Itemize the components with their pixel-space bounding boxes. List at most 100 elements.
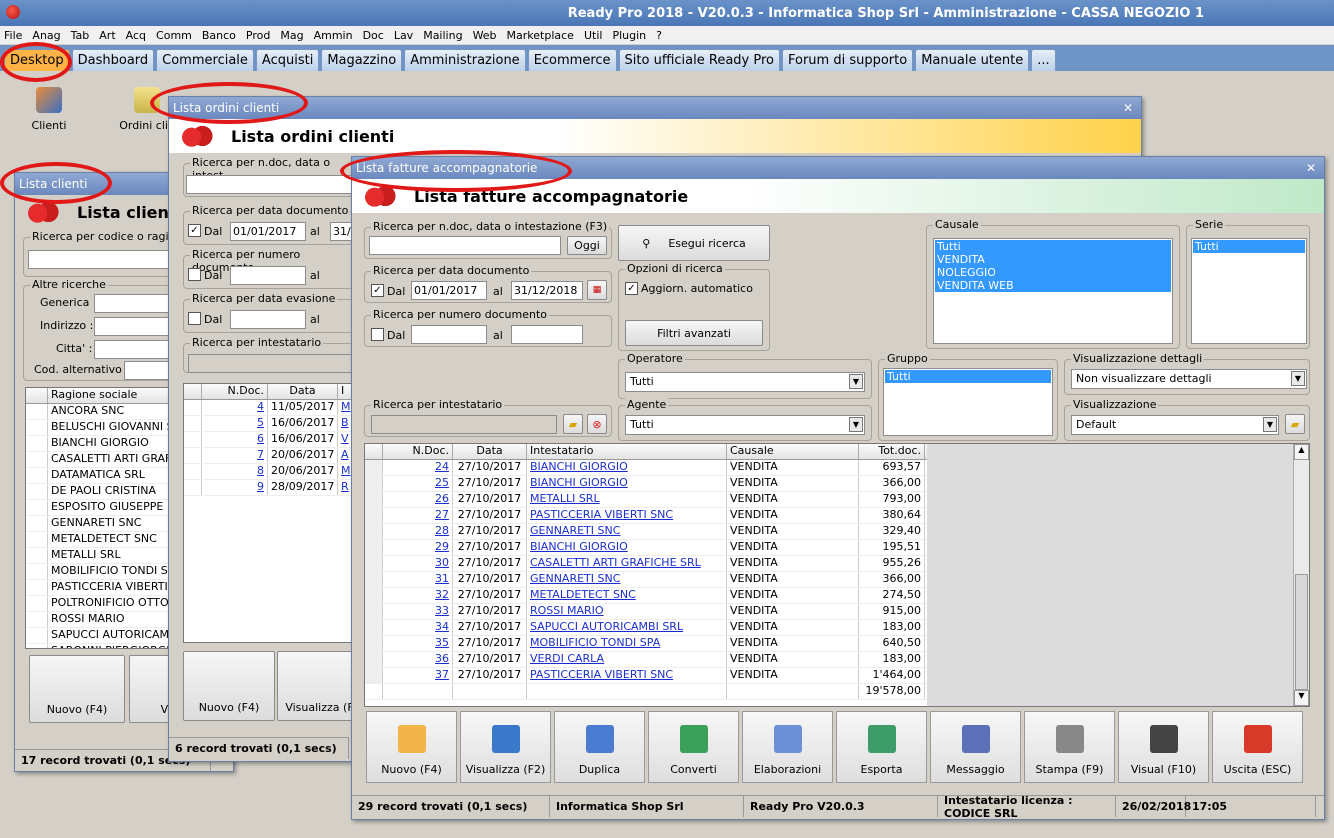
table-row[interactable]: 7 20/06/2017 A: [184, 448, 352, 464]
cell-intestatario[interactable]: M: [338, 400, 352, 415]
cell-ndoc[interactable]: 25: [383, 476, 453, 491]
cell-intestatario[interactable]: BIANCHI GIORGIO: [527, 476, 727, 491]
list-item[interactable]: NOLEGGIO: [935, 266, 1171, 279]
folder-icon[interactable]: ▰: [563, 414, 583, 434]
menu-item[interactable]: Mag: [280, 29, 303, 42]
cell-ndoc[interactable]: 24: [383, 460, 453, 475]
table-row[interactable]: 25 27/10/2017 BIANCHI GIORGIO VENDITA 366,00: [365, 476, 927, 492]
desktop-icon-clienti[interactable]: Clienti: [14, 87, 84, 132]
cell-intestatario[interactable]: METALDETECT SNC: [527, 588, 727, 603]
toolbar-button-2[interactable]: Duplica: [554, 711, 645, 783]
scroll-thumb[interactable]: [1295, 574, 1308, 690]
dal-checkbox[interactable]: [188, 312, 201, 325]
cell-intestatario[interactable]: ROSSI MARIO: [527, 604, 727, 619]
vis-dettagli-select[interactable]: Non visualizzare dettagli ▼: [1071, 369, 1307, 389]
cell-ndoc[interactable]: 35: [383, 636, 453, 651]
causale-list[interactable]: Tutti VENDITA NOLEGGIO VENDITA WEB: [933, 238, 1173, 344]
num-from-input[interactable]: [411, 325, 487, 344]
dal-checkbox[interactable]: [371, 328, 384, 341]
menu-item[interactable]: Mailing: [423, 29, 462, 42]
cell-intestatario[interactable]: SAPUCCI AUTORICAMBI SRL: [527, 620, 727, 635]
search-input[interactable]: [369, 236, 561, 255]
cell-ndoc[interactable]: 8: [202, 464, 268, 479]
date-from-input[interactable]: 01/01/2017: [230, 222, 306, 241]
evas-from-input[interactable]: [230, 310, 306, 329]
dal-checkbox[interactable]: [188, 268, 201, 281]
menu-item[interactable]: Util: [584, 29, 602, 42]
table-row[interactable]: 9 28/09/2017 R: [184, 480, 352, 496]
gruppo-list[interactable]: Tutti: [883, 368, 1053, 436]
cell-intestatario[interactable]: VERDI CARLA: [527, 652, 727, 667]
menu-item[interactable]: Marketplace: [507, 29, 574, 42]
toolbar-button-1[interactable]: Visualizza (F2): [460, 711, 551, 783]
menu-item[interactable]: ?: [656, 29, 662, 42]
intestatario-input[interactable]: [371, 415, 557, 434]
tab-8[interactable]: Forum di supporto: [781, 49, 914, 71]
cell-ndoc[interactable]: 31: [383, 572, 453, 587]
cell-ndoc[interactable]: 4: [202, 400, 268, 415]
scroll-down-icon[interactable]: ▼: [1294, 690, 1309, 706]
menu-item[interactable]: Prod: [246, 29, 270, 42]
table-row[interactable]: 32 27/10/2017 METALDETECT SNC VENDITA 274,50: [365, 588, 927, 604]
close-icon[interactable]: ✕: [1306, 161, 1316, 175]
cell-ndoc[interactable]: 28: [383, 524, 453, 539]
toolbar-button-3[interactable]: Converti: [648, 711, 739, 783]
orders-grid[interactable]: N.Doc. Data I 4 11/05/2017 M 5 16/06/2017 B 6 16/…: [183, 383, 353, 643]
menu-item[interactable]: Acq: [126, 29, 146, 42]
table-row[interactable]: 33 27/10/2017 ROSSI MARIO VENDITA 915,00: [365, 604, 927, 620]
table-row[interactable]: 27 27/10/2017 PASTICCERIA VIBERTI SNC VENDI…: [365, 508, 927, 524]
tab-4[interactable]: Magazzino: [321, 49, 403, 71]
list-item[interactable]: Tutti: [1193, 240, 1305, 253]
tab-9[interactable]: Manuale utente: [915, 49, 1030, 71]
cell-ndoc[interactable]: 34: [383, 620, 453, 635]
cell-ndoc[interactable]: 6: [202, 432, 268, 447]
cell-ndoc[interactable]: 37: [383, 668, 453, 683]
table-row[interactable]: 4 11/05/2017 M: [184, 400, 352, 416]
table-row[interactable]: 8 20/06/2017 M: [184, 464, 352, 480]
vertical-scrollbar[interactable]: ▲ ▼: [1293, 444, 1309, 706]
toolbar-button-0[interactable]: Nuovo (F4): [366, 711, 457, 783]
table-row[interactable]: 31 27/10/2017 GENNARETI SNC VENDITA 366,00: [365, 572, 927, 588]
menu-item[interactable]: Art: [99, 29, 115, 42]
tab-2[interactable]: Commerciale: [156, 49, 254, 71]
table-row[interactable]: 28 27/10/2017 GENNARETI SNC VENDITA 329,40: [365, 524, 927, 540]
cell-ndoc[interactable]: 32: [383, 588, 453, 603]
cell-intestatario[interactable]: CASALETTI ARTI GRAFICHE SRL: [527, 556, 727, 571]
table-row[interactable]: 24 27/10/2017 BIANCHI GIORGIO VENDITA 693,57: [365, 460, 927, 476]
filtri-avanzati-button[interactable]: Filtri avanzati: [625, 320, 763, 346]
tab-1[interactable]: Dashboard: [71, 49, 155, 71]
cell-intestatario[interactable]: GENNARETI SNC: [527, 572, 727, 587]
menu-item[interactable]: Tab: [71, 29, 90, 42]
cell-intestatario[interactable]: B: [338, 416, 352, 431]
list-item[interactable]: VENDITA WEB: [935, 279, 1171, 292]
list-item[interactable]: Tutti: [885, 370, 1051, 383]
menu-item[interactable]: Ammin: [314, 29, 353, 42]
table-row[interactable]: 6 16/06/2017 V: [184, 432, 352, 448]
clear-icon[interactable]: ⊗: [587, 414, 607, 434]
list-item[interactable]: VENDITA: [935, 253, 1171, 266]
toolbar-button-7[interactable]: Stampa (F9): [1024, 711, 1115, 783]
calendar-icon[interactable]: ▦: [587, 280, 607, 300]
agente-select[interactable]: Tutti ▼: [625, 415, 865, 435]
table-row[interactable]: 37 27/10/2017 PASTICCERIA VIBERTI SNC VENDI…: [365, 668, 927, 684]
toolbar-button-8[interactable]: Visual (F10): [1118, 711, 1209, 783]
toolbar-button-6[interactable]: Messaggio: [930, 711, 1021, 783]
list-item[interactable]: Tutti: [935, 240, 1171, 253]
table-row[interactable]: 5 16/06/2017 B: [184, 416, 352, 432]
cell-intestatario[interactable]: MOBILIFICIO TONDI SPA: [527, 636, 727, 651]
date-to-input[interactable]: 31/12/2018: [511, 281, 583, 300]
cell-intestatario[interactable]: PASTICCERIA VIBERTI SNC: [527, 508, 727, 523]
menu-item[interactable]: Banco: [202, 29, 236, 42]
cell-intestatario[interactable]: V: [338, 432, 352, 447]
cell-intestatario[interactable]: PASTICCERIA VIBERTI SNC: [527, 668, 727, 683]
cell-ndoc[interactable]: 36: [383, 652, 453, 667]
table-row[interactable]: 36 27/10/2017 VERDI CARLA VENDITA 183,00: [365, 652, 927, 668]
esegui-ricerca-button[interactable]: ⚲ Esegui ricerca: [618, 225, 770, 261]
cell-intestatario[interactable]: BIANCHI GIORGIO: [527, 460, 727, 475]
cell-intestatario[interactable]: BIANCHI GIORGIO: [527, 540, 727, 555]
scroll-up-icon[interactable]: ▲: [1294, 444, 1309, 460]
cell-ndoc[interactable]: 30: [383, 556, 453, 571]
intestatario-input[interactable]: [188, 354, 352, 373]
cell-intestatario[interactable]: R: [338, 480, 352, 495]
date-from-input[interactable]: 01/01/2017: [411, 281, 487, 300]
